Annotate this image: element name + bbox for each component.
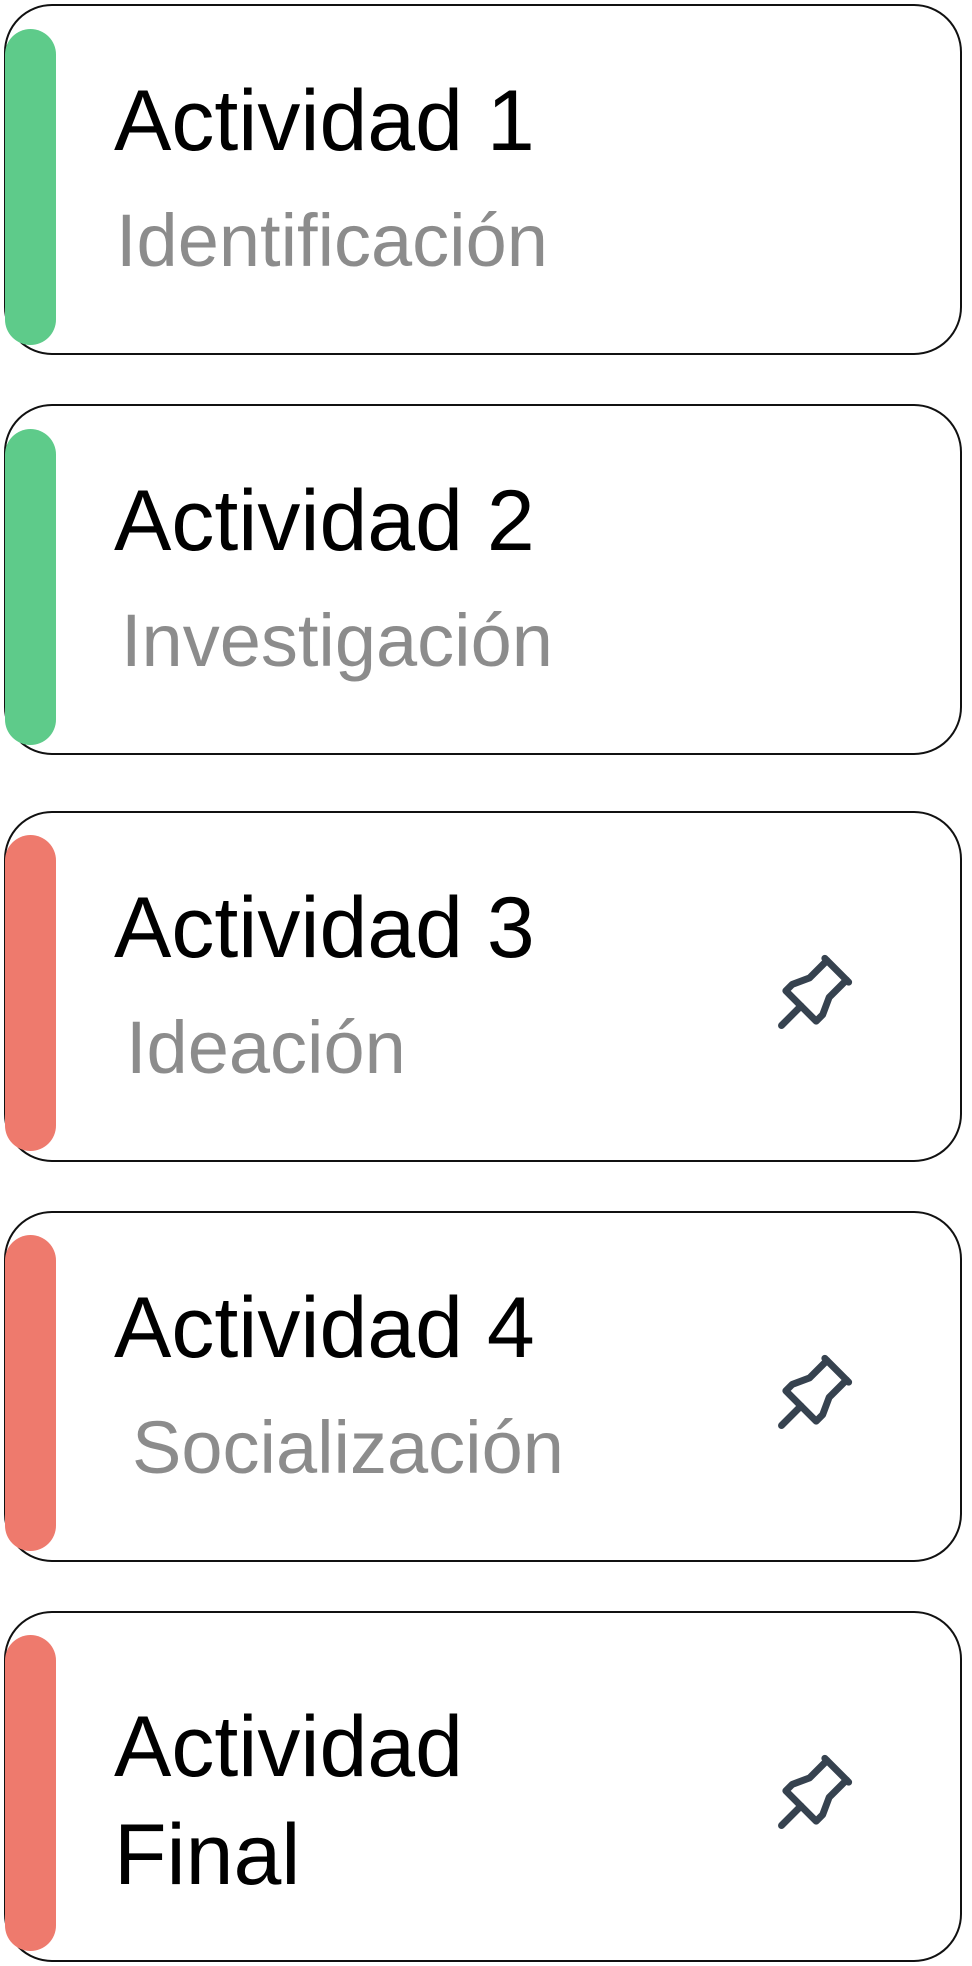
activity-title-line-2: Final [114, 1807, 301, 1903]
activity-subtitle: Ideación [126, 1006, 406, 1089]
activity-title: Actividad 2 [114, 473, 535, 569]
activity-title-line-1: Actividad [114, 1699, 463, 1795]
activity-title: Actividad 4 [114, 1280, 535, 1376]
status-indicator [5, 429, 56, 745]
activity-subtitle: Socialización [132, 1406, 564, 1489]
status-indicator [5, 1235, 56, 1551]
activity-title: Actividad Final [114, 1693, 463, 1909]
pin-icon [762, 1741, 866, 1845]
pin-icon [762, 1341, 866, 1445]
activity-title: Actividad 1 [114, 73, 535, 169]
activity-title: Actividad 3 [114, 880, 535, 976]
activity-card-2[interactable]: Actividad 2 Investigación [4, 404, 962, 755]
activity-subtitle: Investigación [121, 599, 553, 682]
status-indicator [5, 1635, 56, 1951]
activity-subtitle: Identificación [116, 199, 548, 282]
pin-icon [762, 941, 866, 1045]
activity-card-4[interactable]: Actividad 4 Socialización [4, 1211, 962, 1562]
status-indicator [5, 29, 56, 345]
activity-card-final[interactable]: Actividad Final [4, 1611, 962, 1962]
status-indicator [5, 835, 56, 1151]
activity-card-3[interactable]: Actividad 3 Ideación [4, 811, 962, 1162]
activity-card-1[interactable]: Actividad 1 Identificación [4, 4, 962, 355]
